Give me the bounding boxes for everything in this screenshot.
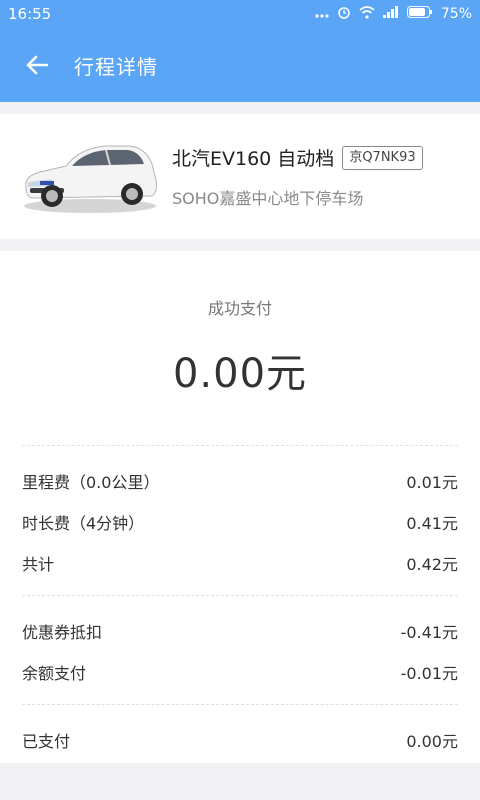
deduction-row-balance: 余额支付 -0.01元 [22, 651, 458, 692]
car-image [18, 138, 160, 216]
fee-label: 时长费（4分钟） [22, 513, 145, 533]
deduction-label: 余额支付 [22, 663, 87, 683]
fee-list: 里程费（0.0公里） 0.01元 时长费（4分钟） 0.41元 共计 0.42元 [22, 446, 458, 595]
battery-icon [406, 6, 433, 22]
car-model: 北汽EV160 自动档 [172, 148, 335, 170]
back-arrow-icon[interactable] [22, 50, 52, 80]
deduction-value: -0.01元 [400, 663, 458, 683]
car-location: SOHO嘉盛中心地下停车场 [172, 189, 364, 208]
fee-row-duration: 时长费（4分钟） 0.41元 [22, 501, 458, 542]
wifi-icon [359, 5, 375, 23]
payment-card: 成功支付 0.00元 里程费（0.0公里） 0.01元 时长费（4分钟） 0.4… [0, 251, 480, 763]
battery-level: 75% [440, 6, 472, 22]
fee-row-mileage: 里程费（0.0公里） 0.01元 [22, 460, 458, 501]
app-bar: 行程详情 [0, 28, 480, 102]
car-info: 北汽EV160 自动档 京Q7NK93 SOHO嘉盛中心地下停车场 [172, 144, 423, 209]
status-time: 16:55 [8, 5, 52, 23]
car-name-row: 北汽EV160 自动档 京Q7NK93 [172, 144, 423, 171]
fee-label: 里程费（0.0公里） [22, 472, 160, 492]
payment-status: 成功支付 [207, 299, 272, 318]
deduction-list: 优惠券抵扣 -0.41元 余额支付 -0.01元 [22, 596, 458, 704]
deduction-label: 优惠券抵扣 [22, 622, 103, 642]
status-icons: 75% [315, 5, 472, 23]
fee-label: 共计 [22, 554, 55, 574]
deduction-row-coupon: 优惠券抵扣 -0.41元 [22, 610, 458, 651]
fee-value: 0.41元 [406, 513, 458, 533]
paid-row: 已支付 0.00元 [22, 719, 458, 760]
fee-value: 0.42元 [406, 554, 458, 574]
page-title: 行程详情 [74, 54, 158, 79]
paid-label: 已支付 [22, 731, 71, 751]
alarm-icon [337, 5, 351, 23]
paid-value: 0.00元 [406, 731, 458, 751]
car-card: 北汽EV160 自动档 京Q7NK93 SOHO嘉盛中心地下停车场 [0, 114, 480, 239]
license-plate-badge: 京Q7NK93 [342, 145, 423, 170]
payment-amount: 0.00元 [172, 351, 308, 397]
fee-row-total: 共计 0.42元 [22, 542, 458, 583]
more-dots-icon [315, 6, 329, 22]
status-bar: 16:55 75% [0, 0, 480, 28]
paid-section: 已支付 0.00元 [22, 705, 458, 772]
signal-icon [382, 6, 399, 22]
deduction-value: -0.41元 [400, 622, 458, 642]
fee-value: 0.01元 [406, 472, 458, 492]
